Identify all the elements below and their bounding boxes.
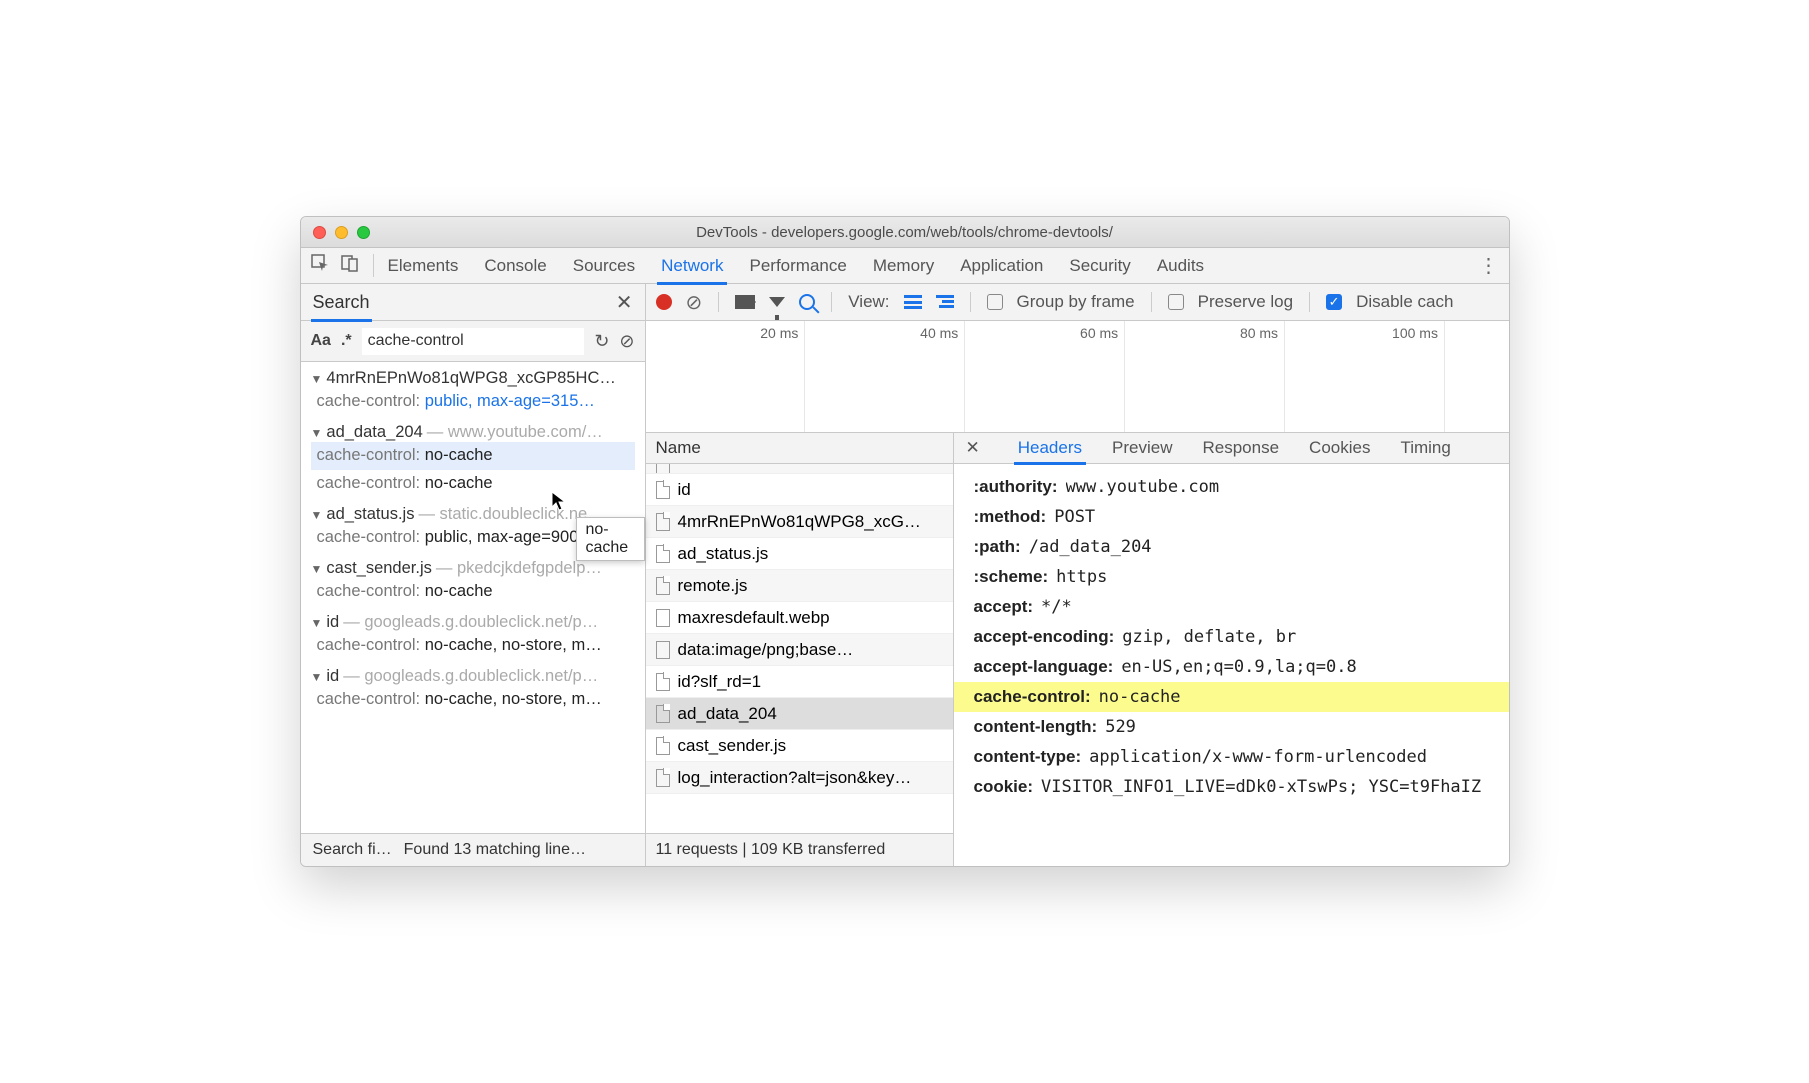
device-toolbar-icon[interactable]: [341, 254, 359, 277]
search-result-file[interactable]: ▼ ad_data_204 — www.youtube.com/…: [311, 423, 635, 442]
search-icon[interactable]: [799, 294, 815, 310]
tab-console[interactable]: Console: [484, 256, 546, 276]
list-view-icon[interactable]: [904, 295, 922, 309]
table-row[interactable]: cast_sender.js: [646, 730, 953, 762]
search-results: ▼ 4mrRnEPnWo81qWPG8_xcGP85HC…cache-contr…: [301, 362, 645, 833]
table-row[interactable]: [646, 464, 953, 474]
zoom-window-button[interactable]: [357, 226, 370, 239]
tab-memory[interactable]: Memory: [873, 256, 934, 276]
header-row: content-length:529: [954, 712, 1509, 742]
group-by-frame-checkbox[interactable]: [987, 294, 1003, 310]
waterfall-view-icon[interactable]: [936, 295, 954, 309]
header-row: :path:/ad_data_204: [954, 532, 1509, 562]
table-row[interactable]: log_interaction?alt=json&key…: [646, 762, 953, 794]
close-window-button[interactable]: [313, 226, 326, 239]
headers-list: :authority:www.youtube.com:method:POST:p…: [954, 464, 1509, 866]
search-result-file[interactable]: ▼ id — googleads.g.doubleclick.net/p…: [311, 613, 635, 632]
header-row: cache-control:no-cache: [954, 682, 1509, 712]
tab-sources[interactable]: Sources: [573, 256, 635, 276]
timeline-tick: 60 ms: [965, 321, 1125, 432]
match-case-toggle[interactable]: Aa: [311, 332, 331, 350]
table-row[interactable]: maxresdefault.webp: [646, 602, 953, 634]
more-options-icon[interactable]: ⋮: [1479, 253, 1499, 278]
tab-application[interactable]: Application: [960, 256, 1043, 276]
search-result-line[interactable]: cache-control: no-cache, no-store, m…: [311, 632, 635, 660]
request-list: Name id4mrRnEPnWo81qWPG8_xcG…ad_status.j…: [646, 433, 954, 866]
table-row[interactable]: id?slf_rd=1: [646, 666, 953, 698]
network-pane: ⊘ View: Group by frame Preserve log ✓ Di…: [646, 284, 1509, 866]
clear-log-icon[interactable]: ⊘: [686, 290, 703, 315]
record-button[interactable]: [656, 294, 672, 310]
network-toolbar: ⊘ View: Group by frame Preserve log ✓ Di…: [646, 284, 1509, 321]
search-pane: Search ✕ Aa .* ↻ ⊘ ▼ 4mrRnEPnWo81qWPG8_x…: [301, 284, 646, 866]
titlebar: DevTools - developers.google.com/web/too…: [301, 217, 1509, 248]
timeline-tick: 80 ms: [1125, 321, 1285, 432]
search-result-file[interactable]: ▼ cast_sender.js — pkedcjkdefgpdelp…: [311, 559, 635, 578]
search-footer-right: Found 13 matching line…: [404, 841, 586, 859]
tab-performance[interactable]: Performance: [749, 256, 846, 276]
search-result-file[interactable]: ▼ 4mrRnEPnWo81qWPG8_xcGP85HC…: [311, 369, 635, 388]
search-result-line[interactable]: cache-control: no-cache: [311, 470, 635, 498]
inspect-element-icon[interactable]: [311, 254, 329, 277]
tab-security[interactable]: Security: [1069, 256, 1130, 276]
panel-tabs: Elements Console Sources Network Performance…: [301, 248, 1509, 284]
tab-elements[interactable]: Elements: [388, 256, 459, 276]
table-row[interactable]: remote.js: [646, 570, 953, 602]
timeline-tick: 20 ms: [646, 321, 806, 432]
search-footer-left: Search fi…: [313, 841, 392, 859]
header-row: :scheme:https: [954, 562, 1509, 592]
regex-toggle[interactable]: .*: [341, 332, 352, 350]
timeline-tick: 40 ms: [805, 321, 965, 432]
tooltip: no-cache: [576, 517, 645, 561]
details-tab-headers[interactable]: Headers: [1018, 438, 1082, 458]
details-tab-preview[interactable]: Preview: [1112, 438, 1172, 458]
request-list-footer: 11 requests | 109 KB transferred: [646, 833, 953, 866]
details-tab-timing[interactable]: Timing: [1400, 438, 1450, 458]
header-row: :method:POST: [954, 502, 1509, 532]
search-input[interactable]: [362, 328, 585, 355]
group-by-frame-label: Group by frame: [1017, 292, 1135, 312]
refresh-icon[interactable]: ↻: [594, 331, 609, 352]
details-tab-cookies[interactable]: Cookies: [1309, 438, 1370, 458]
header-row: content-type:application/x-www-form-urle…: [954, 742, 1509, 772]
table-row[interactable]: id: [646, 474, 953, 506]
timeline-tick: 100 ms: [1285, 321, 1445, 432]
preserve-log-label: Preserve log: [1198, 292, 1293, 312]
details-tab-response[interactable]: Response: [1202, 438, 1279, 458]
table-row[interactable]: data:image/png;base…: [646, 634, 953, 666]
disable-cache-checkbox[interactable]: ✓: [1326, 294, 1342, 310]
search-result-file[interactable]: ▼ id — googleads.g.doubleclick.net/p…: [311, 667, 635, 686]
header-row: accept-encoding:gzip, deflate, br: [954, 622, 1509, 652]
table-row[interactable]: 4mrRnEPnWo81qWPG8_xcG…: [646, 506, 953, 538]
request-details: ✕ Headers Preview Response Cookies Timing :a…: [954, 433, 1509, 866]
header-row: cookie:VISITOR_INFO1_LIVE=dDk0-xTswPs; Y…: [954, 772, 1509, 802]
minimize-window-button[interactable]: [335, 226, 348, 239]
search-result-line[interactable]: cache-control: public, max-age=315…: [311, 388, 635, 416]
header-row: accept:*/*: [954, 592, 1509, 622]
view-label: View:: [848, 292, 889, 312]
tab-audits[interactable]: Audits: [1157, 256, 1204, 276]
disable-cache-label: Disable cach: [1356, 292, 1453, 312]
tab-network[interactable]: Network: [661, 256, 723, 276]
filter-icon[interactable]: [769, 297, 785, 307]
close-icon[interactable]: ✕: [616, 290, 633, 315]
table-row[interactable]: ad_data_204: [646, 698, 953, 730]
clear-icon[interactable]: ⊘: [619, 331, 634, 352]
search-result-line[interactable]: cache-control: no-cache: [311, 442, 635, 470]
search-result-line[interactable]: cache-control: no-cache: [311, 578, 635, 606]
window-controls: [313, 226, 370, 239]
header-row: :authority:www.youtube.com: [954, 472, 1509, 502]
capture-screenshots-icon[interactable]: [735, 295, 755, 309]
devtools-window: DevTools - developers.google.com/web/too…: [300, 216, 1510, 867]
search-pane-title: Search: [313, 292, 370, 313]
search-result-line[interactable]: cache-control: no-cache, no-store, m…: [311, 686, 635, 714]
preserve-log-checkbox[interactable]: [1168, 294, 1184, 310]
table-row[interactable]: ad_status.js: [646, 538, 953, 570]
window-title: DevTools - developers.google.com/web/too…: [301, 224, 1509, 241]
header-row: accept-language:en-US,en;q=0.9,la;q=0.8: [954, 652, 1509, 682]
close-details-icon[interactable]: ✕: [966, 438, 980, 458]
timeline[interactable]: 20 ms40 ms60 ms80 ms100 ms: [646, 321, 1509, 433]
request-list-header: Name: [646, 433, 953, 464]
